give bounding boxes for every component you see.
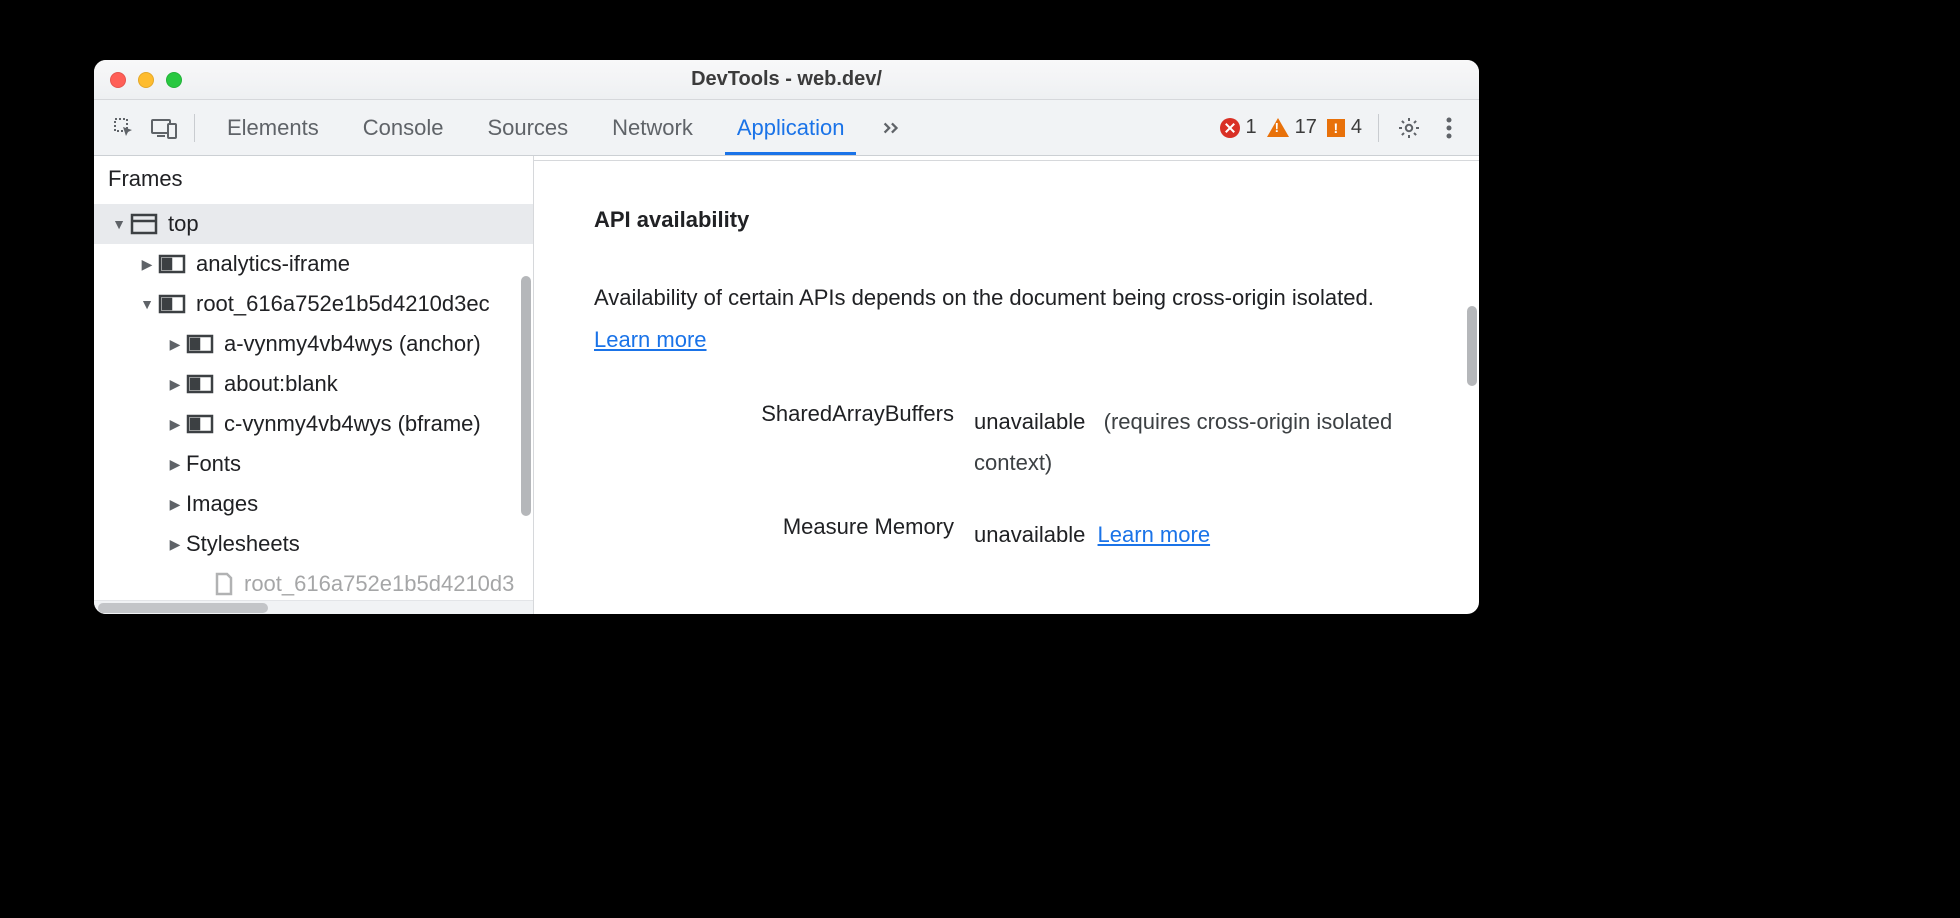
warnings-status[interactable]: 17 xyxy=(1267,116,1317,139)
chevron-right-icon xyxy=(168,336,182,353)
status-group: 1 17 ! 4 xyxy=(1220,116,1369,139)
tree-label: about:blank xyxy=(224,371,338,397)
warnings-count: 17 xyxy=(1295,116,1317,139)
tree-row-top[interactable]: top xyxy=(94,204,533,244)
tree-row-fonts[interactable]: Fonts xyxy=(94,444,533,484)
titlebar: DevTools - web.dev/ xyxy=(94,60,1479,100)
tab-elements[interactable]: Elements xyxy=(205,100,341,155)
sidebar-horizontal-scrollbar-thumb[interactable] xyxy=(98,603,268,613)
chevron-down-icon xyxy=(112,216,126,232)
tree-row-truncated[interactable]: root_616a752e1b5d4210d3 xyxy=(94,564,533,600)
settings-icon[interactable] xyxy=(1389,116,1429,140)
section-heading: API availability xyxy=(594,207,1419,233)
frame-icon xyxy=(186,414,214,434)
chevron-down-icon xyxy=(140,296,154,312)
tree-row-stylesheets[interactable]: Stylesheets xyxy=(94,524,533,564)
tree-row-analytics[interactable]: analytics-iframe xyxy=(94,244,533,284)
sab-value-cell: unavailable (requires cross-origin isola… xyxy=(974,401,1419,485)
api-availability-section: API availability Availability of certain… xyxy=(534,161,1479,606)
mm-value-cell: unavailable Learn more xyxy=(974,514,1419,556)
more-menu-icon[interactable] xyxy=(1429,117,1469,139)
error-icon xyxy=(1220,118,1240,138)
tree-row-about-blank[interactable]: about:blank xyxy=(94,364,533,404)
frames-sidebar: Frames top xyxy=(94,156,534,614)
issue-icon: ! xyxy=(1327,119,1345,137)
desc-text: Availability of certain APIs depends on … xyxy=(594,285,1374,310)
tab-network[interactable]: Network xyxy=(590,100,715,155)
section-description: Availability of certain APIs depends on … xyxy=(594,277,1419,361)
tree-label: a-vynmy4vb4wys (anchor) xyxy=(224,331,481,357)
chevron-right-icon xyxy=(168,496,182,513)
tree-label: top xyxy=(168,211,199,237)
panel-tabs: Elements Console Sources Network Applica… xyxy=(205,100,866,155)
api-table: SharedArrayBuffers unavailable (requires… xyxy=(594,401,1419,556)
tab-application[interactable]: Application xyxy=(715,100,867,155)
frame-icon xyxy=(158,294,186,314)
chevron-right-icon xyxy=(168,416,182,433)
sidebar-header: Frames xyxy=(94,156,533,204)
sidebar-horizontal-scrollbar-track[interactable] xyxy=(94,600,533,614)
learn-more-link[interactable]: Learn more xyxy=(594,327,707,352)
toolbar: Elements Console Sources Network Applica… xyxy=(94,100,1479,156)
tree-label: Stylesheets xyxy=(186,531,300,557)
frame-icon xyxy=(158,254,186,274)
mm-value: unavailable xyxy=(974,522,1085,547)
frame-icon xyxy=(186,374,214,394)
errors-count: 1 xyxy=(1246,116,1257,139)
tree-label: root_616a752e1b5d4210d3 xyxy=(244,571,514,597)
main-panel: API availability Availability of certain… xyxy=(534,156,1479,614)
tree-label: Fonts xyxy=(186,451,241,477)
content-area: Frames top xyxy=(94,156,1479,614)
chevron-right-icon xyxy=(168,456,182,473)
main-vertical-scrollbar[interactable] xyxy=(1467,306,1477,386)
document-icon xyxy=(214,572,234,596)
tree-label: analytics-iframe xyxy=(196,251,350,277)
sidebar-vertical-scrollbar[interactable] xyxy=(521,276,531,516)
tab-console[interactable]: Console xyxy=(341,100,466,155)
toolbar-separator xyxy=(194,114,195,142)
tree-label: root_616a752e1b5d4210d3ec xyxy=(196,291,490,317)
more-tabs-icon[interactable] xyxy=(866,117,916,139)
frame-icon xyxy=(186,334,214,354)
sab-label: SharedArrayBuffers xyxy=(594,401,974,427)
chevron-right-icon xyxy=(168,376,182,393)
issues-count: 4 xyxy=(1351,116,1362,139)
chevron-right-icon xyxy=(140,256,154,273)
device-toolbar-icon[interactable] xyxy=(144,117,184,139)
warning-icon xyxy=(1267,118,1289,137)
row-measure-memory: Measure Memory unavailable Learn more xyxy=(594,514,1419,556)
window-icon xyxy=(130,213,158,235)
window-title: DevTools - web.dev/ xyxy=(94,68,1479,91)
mm-learn-more-link[interactable]: Learn more xyxy=(1098,522,1211,547)
tree-label: Images xyxy=(186,491,258,517)
tree-label: c-vynmy4vb4wys (bframe) xyxy=(224,411,481,437)
row-sharedarraybuffers: SharedArrayBuffers unavailable (requires… xyxy=(594,401,1419,485)
tree-row-c-bframe[interactable]: c-vynmy4vb4wys (bframe) xyxy=(94,404,533,444)
sab-value: unavailable xyxy=(974,409,1085,434)
frames-tree: top analytics-iframe xyxy=(94,204,533,600)
errors-status[interactable]: 1 xyxy=(1220,116,1257,139)
issues-status[interactable]: ! 4 xyxy=(1327,116,1362,139)
toolbar-separator-2 xyxy=(1378,114,1379,142)
chevron-right-icon xyxy=(168,536,182,553)
inspect-element-icon[interactable] xyxy=(104,116,144,140)
tab-sources[interactable]: Sources xyxy=(465,100,590,155)
mm-label: Measure Memory xyxy=(594,514,974,540)
tree-row-root[interactable]: root_616a752e1b5d4210d3ec xyxy=(94,284,533,324)
tree-row-images[interactable]: Images xyxy=(94,484,533,524)
devtools-window: DevTools - web.dev/ Elements Console Sou… xyxy=(94,60,1479,614)
tree-row-a-anchor[interactable]: a-vynmy4vb4wys (anchor) xyxy=(94,324,533,364)
